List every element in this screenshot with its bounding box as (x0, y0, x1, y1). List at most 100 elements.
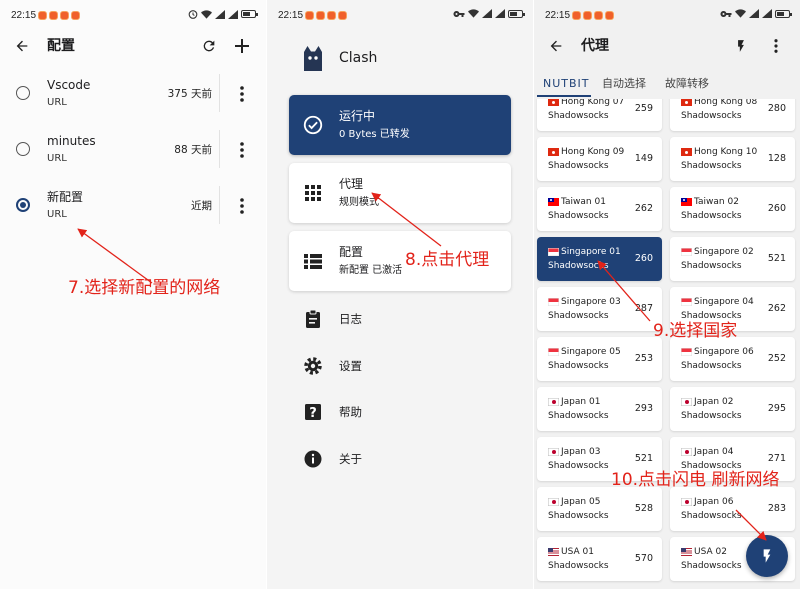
menu-item-settings[interactable]: 设置 (267, 346, 533, 386)
lightning-icon (763, 549, 771, 563)
app-notification-icon (338, 11, 347, 20)
proxy-name: Hong Kong 10 (694, 147, 758, 157)
proxy-card[interactable]: Singapore 06 Shadowsocks 252 (670, 337, 795, 381)
proxy-card-button[interactable]: 代理 规则模式 (289, 163, 511, 223)
proxy-card[interactable]: Japan 06 Shadowsocks 283 (670, 487, 795, 531)
tab-failover[interactable]: 故障转移 (665, 77, 709, 91)
proxy-latency: 280 (767, 103, 786, 114)
more-vert-icon[interactable] (233, 141, 251, 159)
config-name: minutes (47, 134, 96, 148)
proxy-card[interactable]: Singapore 05 Shadowsocks 253 (537, 337, 662, 381)
tab-indicator (537, 95, 591, 97)
back-arrow-icon[interactable] (13, 37, 31, 55)
more-vert-icon[interactable] (233, 85, 251, 103)
proxy-card[interactable]: Japan 01 Shadowsocks 293 (537, 387, 662, 431)
proxy-card[interactable]: Taiwan 02 Shadowsocks 260 (670, 187, 795, 231)
clipboard-icon (306, 309, 320, 328)
proxy-name: Hong Kong 09 (561, 147, 625, 157)
app-notification-icon (572, 11, 581, 20)
menu-item-about[interactable]: 关于 (267, 439, 533, 479)
singapore-flag-icon (681, 298, 692, 306)
proxy-latency: 528 (634, 503, 653, 514)
back-arrow-icon[interactable] (547, 37, 565, 55)
proxy-type: Shadowsocks (548, 461, 609, 471)
proxy-type: Shadowsocks (548, 411, 609, 421)
app-notification-icon (60, 11, 69, 20)
signal-icon (228, 9, 238, 19)
gear-icon (304, 357, 322, 375)
proxy-grid: Hong Kong 07 Shadowsocks 259 Hong Kong 08 Sh… (534, 99, 800, 589)
app-notification-icon (38, 11, 47, 20)
proxy-card[interactable]: USA 01 Shadowsocks 570 (537, 537, 662, 581)
app-notification-icon (71, 11, 80, 20)
app-notification-icon (594, 11, 603, 20)
app-name: Clash (339, 50, 378, 66)
proxy-card[interactable]: Singapore 01 Shadowsocks 260 (537, 237, 662, 281)
proxy-type: Shadowsocks (548, 261, 609, 271)
proxy-type: Shadowsocks (681, 261, 742, 271)
proxy-name: Japan 05 (561, 497, 601, 507)
more-vert-icon[interactable] (233, 197, 251, 215)
proxy-card[interactable]: Japan 05 Shadowsocks 528 (537, 487, 662, 531)
proxy-latency: 271 (767, 453, 786, 464)
tab-auto-select[interactable]: 自动选择 (602, 77, 646, 91)
menu-item-logs[interactable]: 日志 (267, 299, 533, 339)
proxy-name: Singapore 05 (561, 347, 621, 357)
proxy-card[interactable]: Taiwan 01 Shadowsocks 262 (537, 187, 662, 231)
status-bar: 22:15 (0, 0, 266, 30)
annotation-step8: 8.点击代理 (405, 250, 490, 270)
proxy-card[interactable]: Hong Kong 08 Shadowsocks 280 (670, 99, 795, 131)
proxy-latency: 128 (767, 153, 786, 164)
taiwan-flag-icon (548, 198, 559, 206)
proxy-card[interactable]: Hong Kong 09 Shadowsocks 149 (537, 137, 662, 181)
config-item[interactable]: minutes URL 88 天前 (0, 130, 266, 177)
radio-button[interactable] (16, 198, 30, 212)
proxy-type: Shadowsocks (681, 111, 742, 121)
running-status-card[interactable]: 运行中 0 Bytes 已转发 (289, 95, 511, 155)
more-vert-icon[interactable] (767, 37, 785, 55)
proxy-type: Shadowsocks (548, 161, 609, 171)
divider (219, 74, 220, 112)
config-item[interactable]: Vscode URL 375 天前 (0, 74, 266, 121)
battery-icon (508, 9, 525, 18)
add-icon[interactable] (233, 37, 251, 55)
proxy-type: Shadowsocks (548, 311, 609, 321)
config-item[interactable]: 新配置 URL 近期 (0, 186, 266, 233)
config-updated: 近期 (191, 200, 212, 212)
list-icon (304, 254, 322, 269)
proxy-latency: 521 (634, 453, 653, 464)
japan-flag-icon (548, 448, 559, 456)
lightning-icon[interactable] (732, 37, 750, 55)
menu-label: 设置 (339, 359, 362, 373)
test-latency-fab[interactable] (746, 535, 788, 577)
singapore-flag-icon (548, 348, 559, 356)
annotation-step10: 10.点击闪电 刷新网络 (611, 470, 780, 490)
config-name: 新配置 (47, 190, 84, 204)
config-type: URL (47, 209, 67, 220)
tab-nutbit[interactable]: NUTBIT (543, 77, 590, 91)
refresh-icon[interactable] (200, 37, 218, 55)
proxy-latency: 262 (767, 303, 786, 314)
app-notification-icon (583, 11, 592, 20)
proxy-card[interactable]: Singapore 02 Shadowsocks 521 (670, 237, 795, 281)
config-type: URL (47, 153, 67, 164)
proxy-card[interactable]: Hong Kong 10 Shadowsocks 128 (670, 137, 795, 181)
hong-kong-flag-icon (681, 99, 692, 106)
proxy-card[interactable]: Singapore 03 Shadowsocks 287 (537, 287, 662, 331)
proxy-card-title: 代理 (339, 177, 364, 191)
radio-button[interactable] (16, 142, 30, 156)
status-title: 运行中 (339, 109, 376, 123)
home-screen: 22:15 Clash 运行中 0 Bytes 已转发 代理 规则模式 配置 新… (267, 0, 533, 589)
config-card-title: 配置 (339, 245, 364, 259)
battery-icon (241, 10, 258, 18)
proxy-card[interactable]: Hong Kong 07 Shadowsocks 259 (537, 99, 662, 131)
hong-kong-flag-icon (548, 148, 559, 156)
status-time: 22:15 (11, 10, 37, 21)
app-notification-icon (327, 11, 336, 20)
proxy-card[interactable]: Japan 02 Shadowsocks 295 (670, 387, 795, 431)
singapore-flag-icon (548, 248, 559, 256)
menu-item-help[interactable]: ? 帮助 (267, 392, 533, 432)
divider (219, 186, 220, 224)
radio-button[interactable] (16, 86, 30, 100)
menu-label: 帮助 (339, 405, 362, 419)
